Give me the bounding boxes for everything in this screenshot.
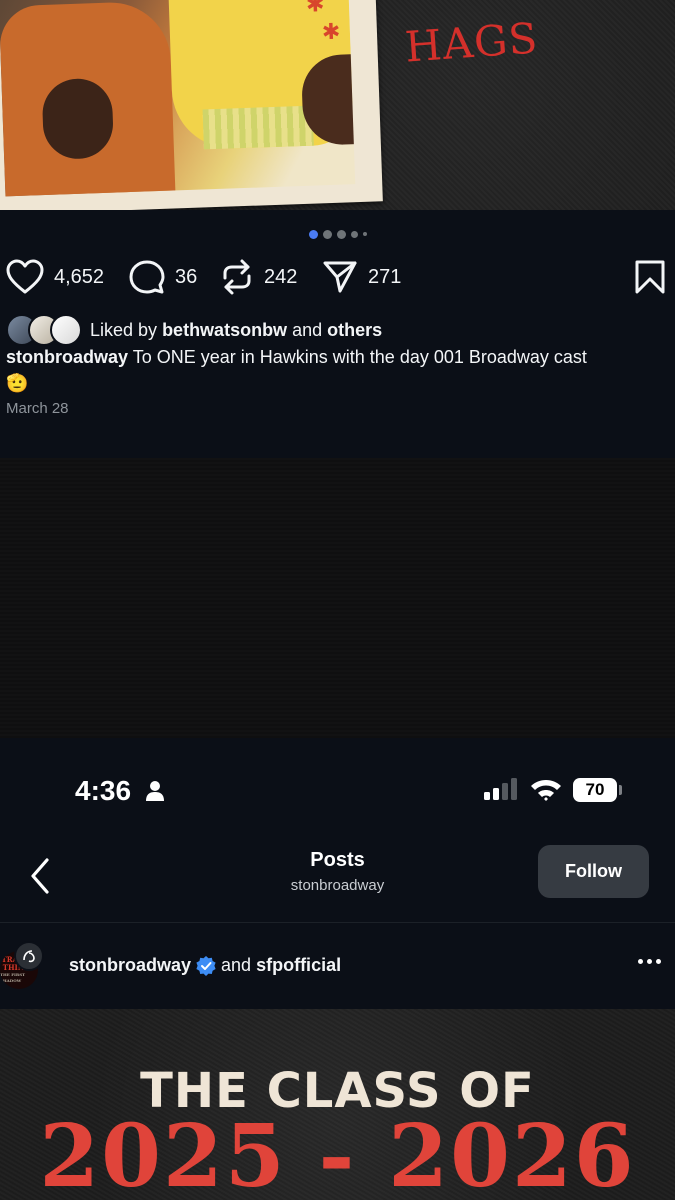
background-panel	[0, 458, 675, 738]
carousel-indicator	[0, 226, 675, 242]
caption-text: To ONE year in Hawkins with the day 001 …	[132, 347, 587, 367]
post-caption: stonbroadway To ONE year in Hawkins with…	[6, 344, 666, 396]
handwritten-text: HAGS	[403, 13, 540, 72]
carousel-dot	[336, 229, 346, 239]
more-options-icon[interactable]	[638, 959, 661, 964]
liker-avatar	[50, 314, 82, 346]
flower-doodle-icon: ✱	[321, 18, 341, 45]
share-count: 271	[368, 265, 402, 288]
liked-by-others[interactable]: others	[327, 320, 382, 340]
status-bar: 4:36 70	[0, 738, 675, 843]
collaborator-avatar	[14, 941, 44, 971]
caption-username[interactable]: stonbroadway	[6, 347, 128, 367]
author-username[interactable]: stonbroadway	[69, 955, 191, 976]
comment-button[interactable]: 36	[129, 255, 197, 299]
polaroid-photo: ✱ ✱ ✱	[0, 0, 383, 210]
cellular-signal-icon	[484, 778, 517, 800]
collaborator-username[interactable]: sfpofficial	[256, 955, 341, 976]
post-image[interactable]: THE CLASS OF 2025 - 2026	[0, 1009, 675, 1200]
repost-icon	[223, 259, 251, 295]
save-button[interactable]	[634, 255, 666, 299]
carousel-dot	[350, 230, 358, 238]
author-joiner: and	[221, 955, 252, 975]
battery-indicator: 70	[573, 778, 617, 802]
status-time: 4:36	[75, 775, 132, 806]
liked-by-row[interactable]: Liked by bethwatsonbw and others	[6, 314, 382, 346]
comment-icon	[129, 260, 165, 294]
polaroid-image	[0, 0, 356, 197]
verified-badge-icon	[196, 955, 216, 976]
post-author: stonbroadway and sfpofficial	[69, 955, 341, 976]
carousel-dot	[322, 229, 332, 239]
liked-by-text: Liked by bethwatsonbw and others	[90, 320, 382, 341]
carousel-dot	[362, 232, 367, 236]
photo-shape	[41, 77, 115, 161]
carousel-dot	[308, 229, 318, 239]
liked-by-and: and	[292, 319, 323, 340]
comment-count: 36	[175, 265, 198, 288]
post-actions: 4,652 36 242 271	[0, 255, 675, 299]
follow-button[interactable]: Follow	[538, 845, 649, 898]
share-button[interactable]: 271	[322, 255, 401, 299]
like-button[interactable]: 4,652	[6, 255, 104, 299]
photo-shape	[202, 105, 314, 150]
flower-doodle-icon: ✱	[305, 0, 325, 17]
person-icon	[146, 781, 164, 801]
post-date: March 28	[6, 400, 69, 417]
post-image-top[interactable]: ✱ ✱ ✱ HAGS	[0, 0, 675, 210]
repost-count: 242	[264, 265, 298, 288]
bookmark-icon	[635, 260, 665, 294]
liked-by-user[interactable]: bethwatsonbw	[162, 320, 287, 340]
post-header: STRANGER THINGS THE FIRST SHADOW stonbro…	[0, 923, 675, 1009]
liked-by-prefix: Liked by	[90, 319, 158, 340]
collab-avatars[interactable]: STRANGER THINGS THE FIRST SHADOW	[0, 941, 44, 989]
repost-button[interactable]: 242	[220, 255, 297, 299]
caption-emoji: 🫡	[6, 373, 29, 393]
send-icon	[323, 261, 357, 293]
poster-years: 2025 - 2026	[39, 1106, 636, 1200]
like-count: 4,652	[54, 265, 105, 288]
wifi-icon	[531, 780, 561, 801]
logo-icon	[23, 950, 35, 963]
heart-icon	[6, 259, 44, 294]
nav-bar: Posts stonbroadway Follow	[0, 843, 675, 923]
battery-cap	[619, 785, 622, 795]
